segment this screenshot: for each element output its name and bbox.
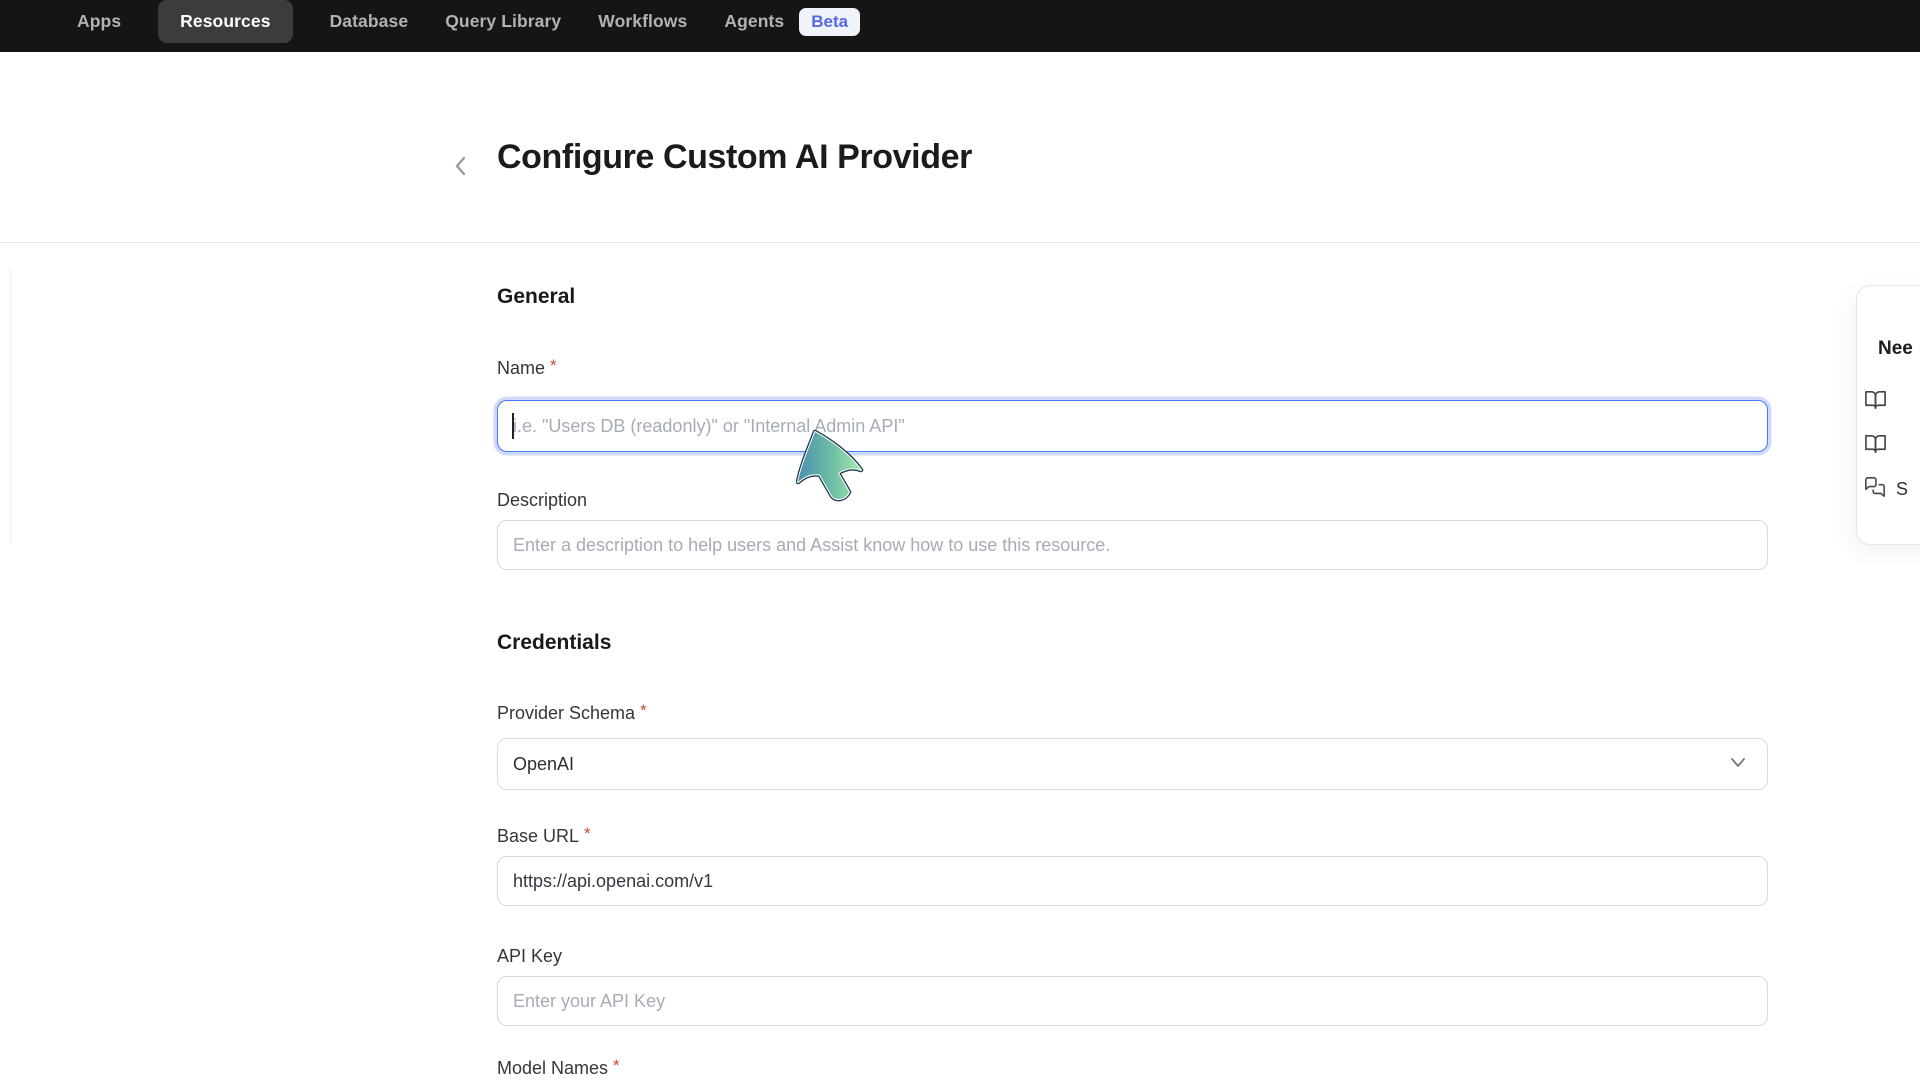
required-asterisk: *	[613, 1056, 620, 1076]
chevron-left-icon	[450, 153, 472, 182]
beta-badge: Beta	[799, 8, 860, 36]
nav-item-resources[interactable]: Resources	[158, 0, 292, 43]
book-open-icon	[1864, 432, 1887, 460]
help-link-guides[interactable]	[1864, 432, 1920, 460]
chevron-down-icon	[1727, 751, 1749, 778]
nav-item-apps[interactable]: Apps	[77, 13, 121, 31]
required-asterisk: *	[584, 824, 591, 844]
required-asterisk: *	[640, 701, 647, 721]
provider-schema-value: OpenAI	[513, 754, 574, 775]
base-url-input[interactable]	[497, 856, 1768, 906]
section-heading-general: General	[497, 284, 1768, 310]
text-caret	[512, 413, 514, 439]
nav-item-query-library[interactable]: Query Library	[445, 13, 561, 31]
api-key-input[interactable]	[497, 976, 1768, 1026]
required-asterisk: *	[550, 356, 557, 376]
chat-bubbles-icon	[1864, 476, 1886, 503]
base-url-label: Base URL*	[497, 824, 1768, 848]
provider-form: General Name* Description Credentials Pr…	[497, 242, 1768, 1080]
provider-schema-label: Provider Schema*	[497, 701, 1768, 725]
top-nav: Apps Resources Database Query Library Wo…	[0, 0, 1920, 52]
app-window: Apps Resources Database Query Library Wo…	[0, 0, 1920, 1080]
back-button[interactable]	[446, 150, 476, 184]
model-names-label: Model Names*	[497, 1056, 1768, 1080]
description-input[interactable]	[497, 520, 1768, 570]
nav-item-agents[interactable]: Agents	[724, 13, 784, 31]
name-label: Name*	[497, 356, 1768, 380]
help-panel-title: Nee	[1878, 338, 1920, 360]
book-open-icon	[1864, 388, 1887, 416]
name-input[interactable]	[497, 400, 1768, 452]
description-label: Description	[497, 488, 1768, 512]
left-panel-edge	[10, 268, 11, 545]
help-link-support[interactable]: S	[1864, 476, 1920, 503]
help-panel: Nee	[1856, 285, 1920, 545]
nav-item-database[interactable]: Database	[330, 13, 409, 31]
section-heading-credentials: Credentials	[497, 630, 1768, 656]
provider-schema-select[interactable]: OpenAI	[497, 738, 1768, 790]
page-title: Configure Custom AI Provider	[497, 138, 972, 177]
nav-item-workflows[interactable]: Workflows	[598, 13, 687, 31]
api-key-label: API Key	[497, 944, 1768, 968]
help-link-docs[interactable]	[1864, 388, 1920, 416]
